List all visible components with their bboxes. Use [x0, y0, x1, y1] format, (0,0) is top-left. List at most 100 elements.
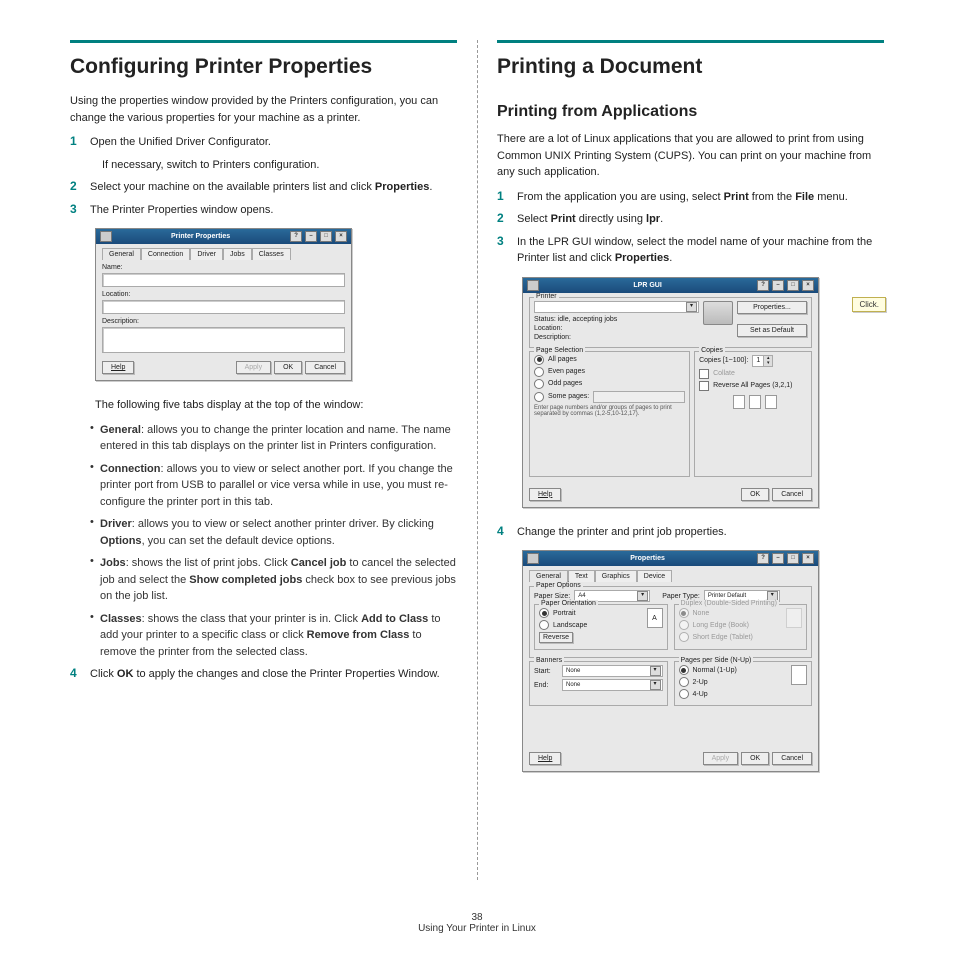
tab-general[interactable]: General — [102, 248, 141, 260]
tab-graphics[interactable]: Graphics — [595, 570, 637, 582]
legend: Copies — [699, 347, 725, 354]
t: Portrait — [553, 610, 576, 617]
some-pages-input[interactable] — [593, 391, 685, 403]
t: 1 — [753, 357, 763, 364]
copies-spinner[interactable]: 1▴▾ — [752, 355, 773, 367]
minimize-icon[interactable]: – — [772, 280, 784, 291]
legend: Paper Options — [534, 582, 583, 589]
some-pages-radio[interactable] — [534, 392, 544, 402]
t: Properties — [375, 181, 429, 193]
close-icon[interactable]: × — [335, 231, 347, 242]
printer-select[interactable]: ▾ — [534, 301, 699, 313]
copies-group: Copies Copies [1~100]: 1▴▾ Collate Rever… — [694, 351, 812, 477]
description-input[interactable] — [102, 327, 345, 353]
legend: Banners — [534, 657, 564, 664]
t: Classes — [100, 613, 142, 625]
tab-general[interactable]: General — [529, 570, 568, 582]
tab-classes[interactable]: Classes — [252, 248, 291, 260]
pps-4up-radio[interactable] — [679, 689, 689, 699]
portrait-radio[interactable] — [539, 608, 549, 618]
banner-end-select[interactable]: None▾ — [562, 679, 663, 691]
window-controls: ? – □ × — [756, 280, 814, 291]
minimize-icon[interactable]: – — [305, 231, 317, 242]
t: OK — [117, 668, 134, 680]
t: A4 — [578, 593, 585, 599]
reverse-button[interactable]: Reverse — [539, 632, 573, 643]
legend: Duplex (Double-Sided Printing) — [679, 600, 780, 607]
close-icon[interactable]: × — [802, 280, 814, 291]
t: Copies [1~100]: — [699, 357, 748, 364]
location-input[interactable] — [102, 300, 345, 314]
lpr-wrap: Click. LPR GUI ? – □ × Printer ▾ — [522, 277, 884, 508]
footer: 38 Using Your Printer in Linux — [0, 912, 954, 934]
pps-2up-radio[interactable] — [679, 677, 689, 687]
set-default-button[interactable]: Set as Default — [737, 324, 807, 337]
name-input[interactable] — [102, 273, 345, 287]
reverse-check[interactable] — [699, 381, 709, 391]
left-column: Configuring Printer Properties Using the… — [50, 40, 477, 920]
title-text: Printer Properties — [112, 233, 289, 240]
collate-check[interactable] — [699, 369, 709, 379]
tab-text[interactable]: Text — [568, 570, 595, 582]
name-label: Name: — [102, 264, 345, 271]
properties-button[interactable]: Properties... — [737, 301, 807, 314]
cancel-button[interactable]: Cancel — [772, 752, 812, 765]
all-pages-radio[interactable] — [534, 355, 544, 365]
t: Paper Type: — [662, 593, 700, 600]
t: Reverse All Pages (3,2,1) — [713, 382, 792, 389]
help-icon[interactable]: ? — [757, 553, 769, 564]
help-icon[interactable]: ? — [290, 231, 302, 242]
pps-normal-radio[interactable] — [679, 665, 689, 675]
tabs-intro: The following five tabs display at the t… — [95, 397, 457, 414]
cancel-button[interactable]: Cancel — [305, 361, 345, 374]
printer-properties-window: Printer Properties ? – □ × General Conne… — [95, 228, 352, 381]
t: lpr — [646, 213, 660, 225]
tab-jobs[interactable]: Jobs — [223, 248, 252, 260]
t: Even pages — [548, 368, 585, 375]
ok-button[interactable]: OK — [741, 752, 769, 765]
t: Select your machine on the available pri… — [90, 181, 375, 193]
even-pages-radio[interactable] — [534, 367, 544, 377]
odd-pages-radio[interactable] — [534, 379, 544, 389]
help-button[interactable]: Help — [102, 361, 134, 374]
tab-driver[interactable]: Driver — [190, 248, 223, 260]
cancel-button[interactable]: Cancel — [772, 488, 812, 501]
legend: Pages per Side (N-Up) — [679, 657, 754, 664]
page-number: 38 — [0, 912, 954, 923]
help-button[interactable]: Help — [529, 752, 561, 765]
t: None — [693, 610, 710, 617]
maximize-icon[interactable]: □ — [787, 553, 799, 564]
tab-device[interactable]: Device — [637, 570, 672, 582]
page: Configuring Printer Properties Using the… — [0, 0, 954, 920]
r-step-4: 4 Change the printer and print job prope… — [497, 524, 884, 541]
t: None — [566, 668, 580, 674]
maximize-icon[interactable]: □ — [320, 231, 332, 242]
app-icon — [100, 231, 112, 242]
close-icon[interactable]: × — [802, 553, 814, 564]
help-icon[interactable]: ? — [757, 280, 769, 291]
t: . — [429, 181, 432, 193]
minimize-icon[interactable]: – — [772, 553, 784, 564]
t: From the application you are using, sele… — [517, 191, 724, 203]
ok-button[interactable]: OK — [741, 488, 769, 501]
bullet-classes: • Classes: shows the class that your pri… — [90, 611, 457, 661]
help-button[interactable]: Help — [529, 488, 561, 501]
t: End: — [534, 682, 558, 689]
window-controls: ? – □ × — [756, 553, 814, 564]
step-num: 4 — [497, 524, 517, 541]
maximize-icon[interactable]: □ — [787, 280, 799, 291]
duplex-group: Duplex (Double-Sided Printing) None Long… — [674, 604, 808, 650]
t: Jobs — [100, 557, 126, 569]
t: , you can set the default device options… — [142, 535, 335, 547]
t: In the LPR GUI window, select the model … — [517, 236, 872, 265]
t: Short Edge (Tablet) — [693, 634, 753, 641]
landscape-radio[interactable] — [539, 620, 549, 630]
apply-button[interactable]: Apply — [703, 752, 739, 765]
ok-button[interactable]: OK — [274, 361, 302, 374]
duplex-preview-icon — [786, 608, 802, 628]
banner-start-select[interactable]: None▾ — [562, 665, 663, 677]
tab-connection[interactable]: Connection — [141, 248, 190, 260]
apply-button[interactable]: Apply — [236, 361, 272, 374]
intro-left: Using the properties window provided by … — [70, 93, 457, 126]
t: Add to Class — [361, 613, 428, 625]
